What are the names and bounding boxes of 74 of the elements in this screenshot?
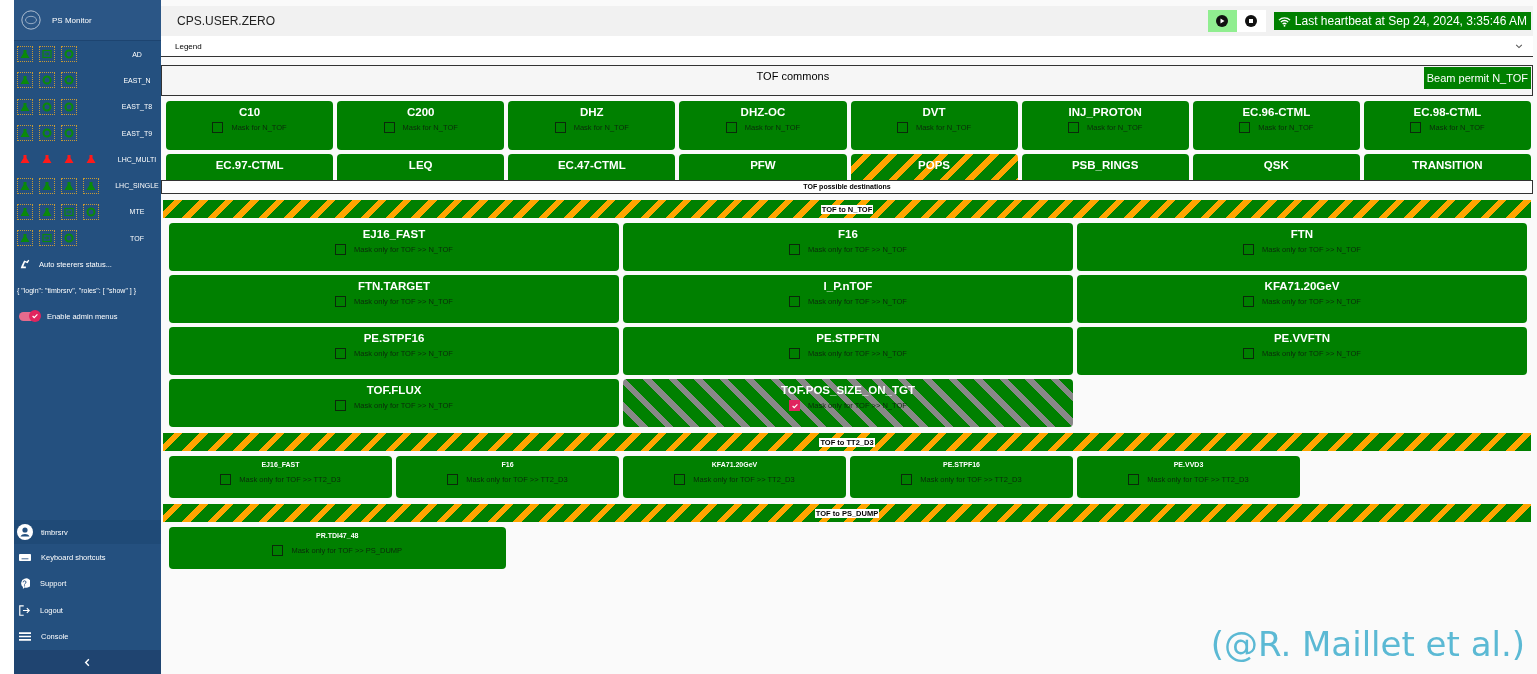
element-name: INJ_PROTON <box>1068 106 1142 118</box>
page-title: CPS.USER.ZERO <box>177 14 276 28</box>
element-name: LEQ <box>408 159 433 171</box>
element-name: PE.STPF16 <box>363 332 425 344</box>
list-icon <box>19 632 31 642</box>
element-name: TRANSITION <box>1412 159 1483 171</box>
mask-checkbox[interactable] <box>789 296 801 307</box>
admin-toggle[interactable] <box>19 311 39 321</box>
mask-checkbox[interactable] <box>335 400 347 411</box>
logout-icon <box>19 604 30 616</box>
element-name: EC.97-CTML <box>215 159 284 171</box>
element-name: PE.VVFTN <box>1273 332 1331 344</box>
caption: (@R. Maillet et al.) <box>1210 624 1525 664</box>
chevron-icon[interactable] <box>1515 42 1523 50</box>
mask-checkbox[interactable] <box>335 296 347 307</box>
mask-checkbox[interactable] <box>447 474 459 485</box>
mask-checkbox[interactable] <box>335 244 347 255</box>
element-name: PSB_RINGS <box>1071 159 1139 171</box>
element-name: EC.96-CTML <box>1242 106 1311 118</box>
mask-checkbox[interactable] <box>789 400 801 411</box>
element-name: QSK <box>1263 159 1289 171</box>
mask-checkbox[interactable] <box>272 545 284 556</box>
logo-icon <box>20 9 42 31</box>
element-name: FTN.TARGET <box>358 280 430 292</box>
element-name: PFW <box>750 159 776 171</box>
app-title: PS Monitor <box>52 15 92 25</box>
element-name: EC.98-CTML <box>1413 106 1482 118</box>
play-button[interactable] <box>1207 10 1237 32</box>
mask-checkbox[interactable] <box>1128 474 1140 485</box>
mask-checkbox[interactable] <box>896 122 908 133</box>
play-icon <box>1216 15 1229 27</box>
element-name: DVT <box>922 106 946 118</box>
mask-checkbox[interactable] <box>789 244 801 255</box>
mask-checkbox[interactable] <box>212 122 224 133</box>
mask-checkbox[interactable] <box>1410 122 1422 133</box>
robot-arm-icon <box>19 258 31 271</box>
element-name: C200 <box>406 106 435 118</box>
mask-checkbox[interactable] <box>335 348 347 359</box>
mask-checkbox[interactable] <box>383 122 395 133</box>
keyboard-icon <box>19 552 31 562</box>
commons-title: TOF commons <box>755 69 831 82</box>
wifi-icon <box>1277 15 1291 27</box>
legend-label[interactable]: Legend <box>175 41 202 51</box>
heartbeat-text: Last heartbeat at Sep 24, 2024, 3:35:46 AM <box>1294 14 1527 28</box>
mask-checkbox[interactable] <box>1243 244 1255 255</box>
element-name: FTN <box>1290 228 1314 240</box>
element-name: I_P.nTOF <box>823 280 873 292</box>
check-icon <box>31 311 39 320</box>
mask-checkbox[interactable] <box>725 122 737 133</box>
mask-checkbox[interactable] <box>789 348 801 359</box>
element-name: TOF.POS_SIZE_ON_TGT <box>781 384 915 396</box>
user-avatar-icon <box>17 524 33 540</box>
element-name: F16 <box>838 228 858 240</box>
mask-checkbox[interactable] <box>674 474 686 485</box>
element-name: C10 <box>239 106 261 118</box>
beam-permit-badge: Beam permit N_TOF <box>1423 67 1531 89</box>
element-name: EJ16_FAST <box>362 228 426 240</box>
stop-icon <box>1245 15 1258 27</box>
mask-checkbox[interactable] <box>1243 296 1255 307</box>
element-name: PE.STPFTN <box>816 332 880 344</box>
mask-checkbox[interactable] <box>554 122 566 133</box>
mask-checkbox[interactable] <box>1243 348 1255 359</box>
element-name: EC.47-CTML <box>557 159 626 171</box>
element-name: DHZ <box>580 106 604 118</box>
mask-checkbox[interactable] <box>901 474 913 485</box>
mask-checkbox[interactable] <box>1239 122 1251 133</box>
mask-checkbox[interactable] <box>1068 122 1080 133</box>
element-name: KFA71.20GeV <box>1264 280 1340 292</box>
element-name: TOF.FLUX <box>366 384 422 396</box>
collapse-icon[interactable] <box>83 657 92 667</box>
mask-checkbox[interactable] <box>220 474 232 485</box>
check-icon <box>790 401 799 410</box>
help-icon <box>19 578 30 590</box>
element-name: DHZ-OC <box>740 106 786 118</box>
